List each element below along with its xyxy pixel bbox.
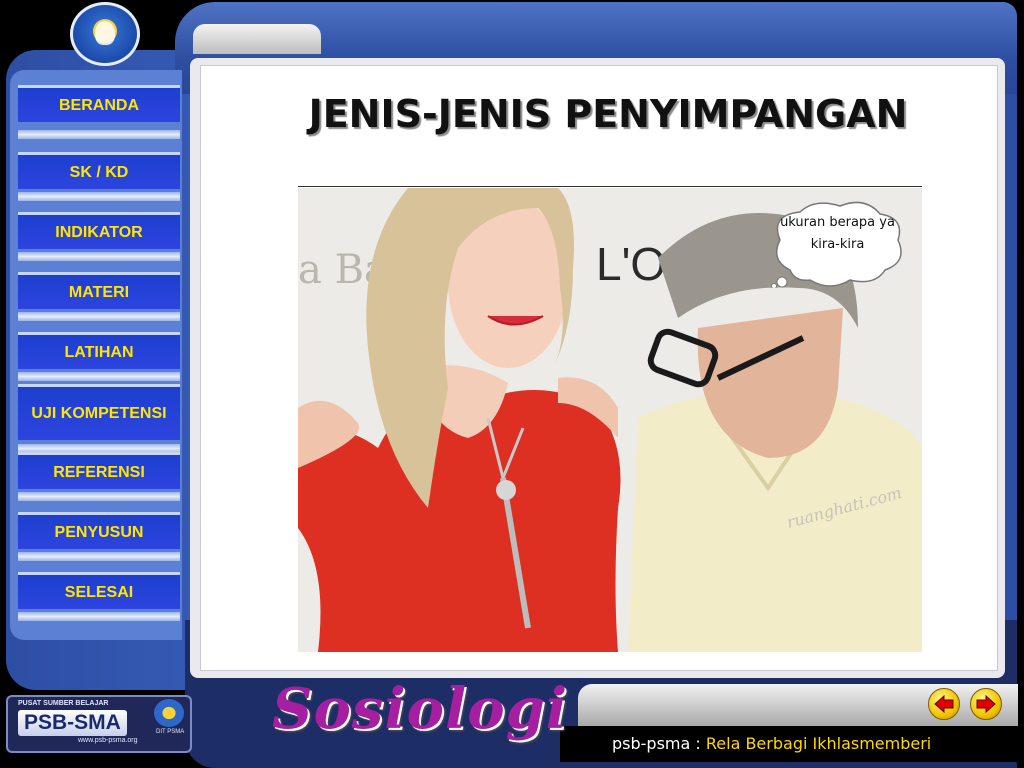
- next-button[interactable]: [970, 688, 1002, 720]
- subject-title: Sosiologi: [272, 676, 568, 742]
- nav-latihan[interactable]: LATIHAN: [18, 332, 180, 369]
- nav-uji-kompetensi[interactable]: UJI KOMPETENSI: [18, 384, 180, 440]
- prev-button[interactable]: [928, 688, 960, 720]
- nav-beranda[interactable]: BERANDA: [18, 85, 180, 122]
- logo-emblem: [95, 21, 115, 45]
- psb-logo-url: www.psb-psma.org: [78, 737, 138, 744]
- nav-indikator[interactable]: INDIKATOR: [18, 212, 180, 249]
- arrow-right-icon: [976, 695, 996, 713]
- psb-logo-caption: PUSAT SUMBER BELAJAR: [18, 700, 109, 707]
- psb-sma-logo: PUSAT SUMBER BELAJAR PSB-SMA www.psb-psm…: [6, 695, 192, 753]
- nav-divider: [18, 492, 180, 501]
- sign-right: L'O: [596, 238, 666, 290]
- psb-logo-title: PSB-SMA: [18, 710, 127, 736]
- tut-wuri-handayani-logo: [70, 2, 140, 66]
- nav-divider: [18, 552, 180, 561]
- nav-sk-kd[interactable]: SK / KD: [18, 152, 180, 189]
- nav-divider: [18, 252, 180, 261]
- thought-bubble-text: ukuran berapa ya kira-kira: [780, 215, 895, 252]
- nav-divider: [18, 192, 180, 201]
- footer-prefix: psb-psma :: [612, 734, 706, 753]
- nav-materi[interactable]: MATERI: [18, 272, 180, 309]
- footer-text: psb-psma : Rela Berbagi Ikhlasmemberi: [612, 734, 931, 753]
- slide-title: JENIS-JENIS PENYIMPANGAN: [308, 92, 908, 136]
- title-divider: [298, 186, 922, 187]
- psma-emblem-label: DIT PSMA: [156, 729, 185, 735]
- nav-penyusun[interactable]: PENYUSUN: [18, 512, 180, 549]
- nav-divider: [18, 312, 180, 321]
- nav-selesai[interactable]: SELESAI: [18, 572, 180, 609]
- nav-divider: [18, 612, 180, 621]
- header-tab: [193, 24, 321, 54]
- nav-divider: [18, 372, 180, 381]
- nav-referensi[interactable]: REFERENSI: [18, 452, 180, 489]
- footer-tagline: Rela Berbagi Ikhlasmemberi: [705, 734, 932, 753]
- arrow-left-icon: [934, 695, 954, 713]
- psma-emblem-icon: [154, 699, 184, 727]
- nav-divider: [18, 130, 180, 139]
